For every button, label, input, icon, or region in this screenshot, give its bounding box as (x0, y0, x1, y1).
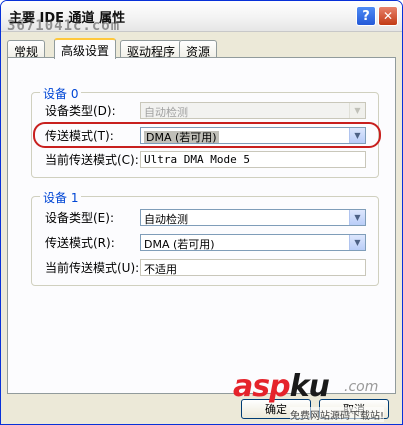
device-0-type-value: 自动检测 (144, 106, 188, 119)
device-0-type-label: 设备类型(D): (45, 104, 116, 118)
help-icon: ? (362, 8, 370, 24)
tab-advanced-settings[interactable]: 高级设置 (54, 38, 117, 59)
chevron-down-icon: ▼ (349, 210, 365, 225)
watermark-text: 3671041c.com (7, 18, 121, 34)
close-icon: ✕ (382, 9, 394, 23)
tab-resources[interactable]: 资源 (179, 40, 218, 59)
device-0-type-select[interactable]: 自动检测 ▼ (140, 102, 366, 119)
device-0-current-label: 当前传送模式(C): (45, 153, 139, 167)
device-0-mode-value: DMA (若可用) (144, 131, 219, 144)
device-1-type-select[interactable]: 自动检测 ▼ (140, 209, 366, 226)
tab-driver[interactable]: 驱动程序 (120, 40, 183, 59)
device-1-type-label: 设备类型(E): (45, 211, 114, 225)
watermark-logo: aspku (233, 369, 330, 404)
close-button[interactable]: ✕ (378, 6, 398, 26)
device-1-current-label: 当前传送模式(U): (45, 261, 140, 275)
device-1-current-mode-field: 不适用 (140, 259, 366, 276)
chevron-down-icon: ▼ (349, 235, 365, 250)
device-0-mode-label: 传送模式(T): (45, 129, 114, 143)
tab-general[interactable]: 常规 (7, 40, 46, 59)
help-button[interactable]: ? (356, 6, 376, 26)
properties-dialog: 主要 IDE 通道 属性 3671041c.com ? ✕ 常规 高级设置 驱动… (0, 0, 403, 425)
chevron-down-icon: ▼ (349, 128, 365, 143)
chevron-down-icon: ▼ (349, 103, 365, 118)
device-0-mode-select[interactable]: DMA (若可用) ▼ (140, 127, 366, 144)
device-1-legend: 设备 1 (40, 189, 82, 206)
device-0-group: 设备 0 设备类型(D): 自动检测 ▼ 传送模式(T): DMA (若可用) … (31, 85, 379, 178)
device-1-mode-label: 传送模式(R): (45, 236, 115, 250)
title-bar: 主要 IDE 通道 属性 3671041c.com ? ✕ (1, 1, 402, 34)
watermark-domain: .com (344, 379, 379, 395)
device-1-type-value: 自动检测 (144, 213, 188, 226)
tab-panel-advanced: 设备 0 设备类型(D): 自动检测 ▼ 传送模式(T): DMA (若可用) … (7, 57, 396, 394)
device-0-current-mode-field: Ultra DMA Mode 5 (140, 151, 366, 168)
device-1-mode-select[interactable]: DMA (若可用) ▼ (140, 234, 366, 251)
device-0-legend: 设备 0 (40, 85, 82, 102)
watermark-subtitle: 免费网站源码下载站! (290, 407, 385, 422)
device-1-group: 设备 1 设备类型(E): 自动检测 ▼ 传送模式(R): DMA (若可用) … (31, 189, 379, 286)
tab-strip: 常规 高级设置 驱动程序 资源 (7, 38, 397, 59)
device-1-mode-value: DMA (若可用) (144, 238, 215, 251)
